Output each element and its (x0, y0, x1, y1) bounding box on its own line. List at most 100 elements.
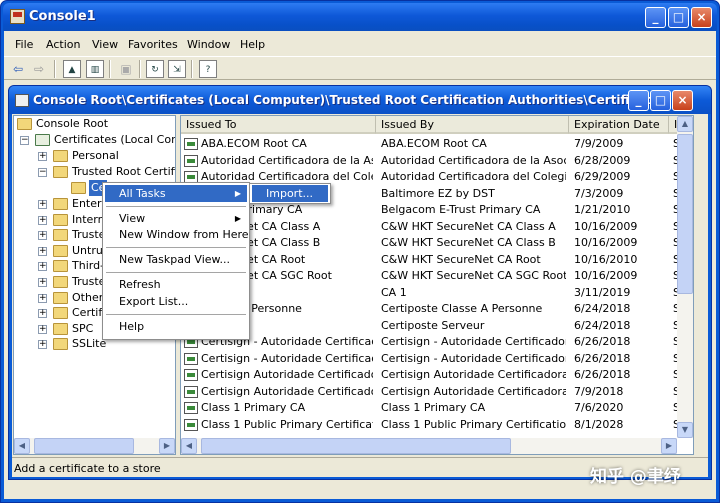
maximize-button[interactable]: □ (668, 7, 689, 28)
expand-icon[interactable]: + (38, 340, 47, 350)
tree-horizontal-scrollbar[interactable]: ◀ ▶ (14, 438, 175, 454)
table-row[interactable]: SecureNet CA Class A C&W HKT SecureNet CA… (181, 219, 693, 236)
folder-icon (53, 244, 68, 257)
collapse-icon[interactable]: − (38, 168, 47, 177)
menu-window[interactable]: Window (187, 38, 230, 51)
expand-icon[interactable]: + (38, 293, 47, 303)
folder-icon (53, 150, 68, 162)
menu-item-new-taskpad[interactable]: New Taskpad View... (105, 251, 247, 268)
close-button[interactable]: × (691, 7, 712, 28)
cell-expiration-date: 6/24/2018 (574, 302, 631, 315)
table-row[interactable]: SecureNet CA Class B C&W HKT SecureNet CA… (181, 235, 693, 252)
refresh-icon[interactable]: ↻ (146, 60, 164, 78)
all-tasks-submenu: Import... (249, 183, 331, 204)
list-horizontal-scrollbar[interactable]: ◀ ▶ (181, 438, 677, 454)
up-folder-icon[interactable]: ▲ (63, 60, 81, 78)
scroll-left-arrow-icon[interactable]: ◀ (181, 438, 197, 454)
menu-item-all-tasks[interactable]: All Tasks ▶ (105, 185, 247, 202)
mdi-close-button[interactable]: × (672, 90, 693, 111)
expand-icon[interactable]: + (38, 262, 47, 272)
expand-icon[interactable]: + (38, 200, 47, 209)
cell-issued-by: Autoridad Certificadora del Colegio ... (381, 170, 566, 183)
expand-icon[interactable]: + (38, 152, 47, 161)
expand-icon[interactable]: + (38, 324, 47, 334)
scroll-right-arrow-icon[interactable]: ▶ (661, 438, 677, 454)
menu-help[interactable]: Help (240, 38, 265, 51)
menu-item-import[interactable]: Import... (252, 185, 328, 202)
menu-item-new-window[interactable]: New Window from Here (105, 226, 249, 243)
table-row[interactable]: Certisign Autoridade Certificadora ... Ce… (181, 384, 693, 401)
menu-action[interactable]: Action (46, 38, 80, 51)
submenu-arrow-icon: ▶ (234, 189, 241, 198)
cell-issued-by: Certisign - Autoridade Certificadora ... (381, 351, 566, 365)
certificate-list[interactable]: Issued To Issued By Expiration Date I AB… (180, 115, 694, 455)
scroll-right-arrow-icon[interactable]: ▶ (159, 438, 175, 454)
table-row[interactable]: SecureNet CA Root C&W HKT SecureNet CA Ro… (181, 252, 693, 269)
scroll-up-arrow-icon[interactable]: ▲ (677, 116, 693, 132)
tree-item-label: Other (72, 290, 104, 304)
table-row[interactable]: Certisign - Autoridade Certificador... Ce… (181, 351, 693, 368)
menu-favorites[interactable]: Favorites (128, 38, 178, 51)
back-arrow-icon[interactable]: ⇦ (9, 60, 27, 78)
cell-issued-by: Certiposte Serveur (381, 318, 485, 332)
menu-separator (106, 272, 246, 273)
table-row[interactable]: E-Trust Primary CA Belgacom E-Trust Prima… (181, 202, 693, 219)
show-hide-tree-icon[interactable]: ▥ (86, 60, 104, 78)
table-row[interactable]: ABA.ECOM Root CA ABA.ECOM Root CA 7/9/2009… (181, 136, 693, 153)
hscroll-thumb[interactable] (201, 438, 511, 454)
scroll-left-arrow-icon[interactable]: ◀ (14, 438, 30, 454)
folder-icon (53, 291, 68, 304)
column-header-issued-to[interactable]: Issued To (181, 116, 376, 134)
mdi-minimize-button[interactable]: _ (628, 90, 649, 111)
expand-icon[interactable]: + (38, 246, 47, 256)
watermark: 知乎 @聿纾 (590, 467, 681, 487)
table-row[interactable]: SecureNet CA SGC Root C&W HKT SecureNet C… (181, 268, 693, 285)
tree-item-label: Truste (72, 275, 106, 288)
submenu-arrow-icon: ▶ (234, 214, 241, 223)
toolbar-separator (139, 60, 141, 78)
table-row[interactable]: Classe A Personne Certiposte Classe A Per… (181, 301, 693, 318)
title-bar[interactable]: Console1 _ □ × (3, 3, 717, 31)
export-list-icon[interactable]: ⇲ (168, 60, 186, 78)
cell-issued-by: Certisign Autoridade Certificadora A... (381, 368, 566, 381)
table-row[interactable]: Autoridad Certificadora de la Asoci... Au… (181, 153, 693, 170)
forward-arrow-icon[interactable]: ⇨ (30, 60, 48, 78)
table-row[interactable]: ServeurCertiposte Serveur6/24/2018S (181, 318, 693, 335)
minimize-button[interactable]: _ (645, 7, 666, 28)
column-header-issued-by[interactable]: Issued By (376, 116, 569, 134)
table-row[interactable]: Certisign - Autoridade Certificador...Ce… (181, 334, 693, 351)
cell-expiration-date: 10/16/2009 (574, 269, 638, 282)
help-icon[interactable]: ? (199, 60, 217, 78)
menu-item-refresh[interactable]: Refresh (105, 276, 247, 293)
cell-expiration-date: 7/6/2020 (574, 401, 624, 414)
table-row[interactable]: Class 1 Primary CA Class 1 Primary CA 7/6/… (181, 400, 693, 417)
tree-item-label: Console Root (36, 117, 109, 130)
menu-file[interactable]: File (15, 38, 33, 51)
expand-icon[interactable]: + (38, 278, 47, 287)
certificate-icon (184, 369, 198, 381)
expand-icon[interactable]: + (38, 215, 47, 225)
expand-icon[interactable]: + (38, 231, 47, 241)
table-row[interactable]: Certisign Autoridade Certificadora ... Ce… (181, 367, 693, 384)
cell-expiration-date: 7/9/2009 (574, 137, 624, 150)
table-row[interactable]: Class 1 Public Primary Certification... C… (181, 417, 693, 434)
list-vertical-scrollbar[interactable]: ▲ ▼ (677, 116, 693, 438)
menu-view[interactable]: View (92, 38, 118, 51)
column-header-expiration-date[interactable]: Expiration Date (569, 116, 669, 134)
cell-issued-to: Certisign - Autoridade Certificador... (201, 351, 373, 365)
collapse-icon[interactable]: − (20, 136, 29, 145)
cell-issued-to: Autoridad Certificadora de la Asoci... (201, 153, 373, 167)
expand-icon[interactable]: + (38, 309, 47, 319)
mdi-maximize-button[interactable]: □ (650, 90, 671, 111)
tree-hscroll-thumb[interactable] (34, 438, 134, 454)
delete-icon[interactable]: ▣ (117, 60, 135, 78)
menu-item-export-list[interactable]: Export List... (105, 293, 247, 310)
table-row[interactable]: CA 13/11/2019S (181, 285, 693, 302)
menu-item-help[interactable]: Help (105, 318, 247, 335)
scroll-down-arrow-icon[interactable]: ▼ (677, 422, 693, 438)
toolbar: ⇦ ⇨ ▲ ▥ ▣ ↻ ⇲ ? (4, 56, 716, 80)
menu-item-view[interactable]: View ▶ (105, 210, 247, 227)
mdi-title-bar[interactable]: Console Root\Certificates (Local Compute… (9, 86, 711, 114)
context-menu: All Tasks ▶ View ▶ New Window from Here … (102, 182, 250, 340)
scroll-thumb[interactable] (677, 134, 693, 294)
